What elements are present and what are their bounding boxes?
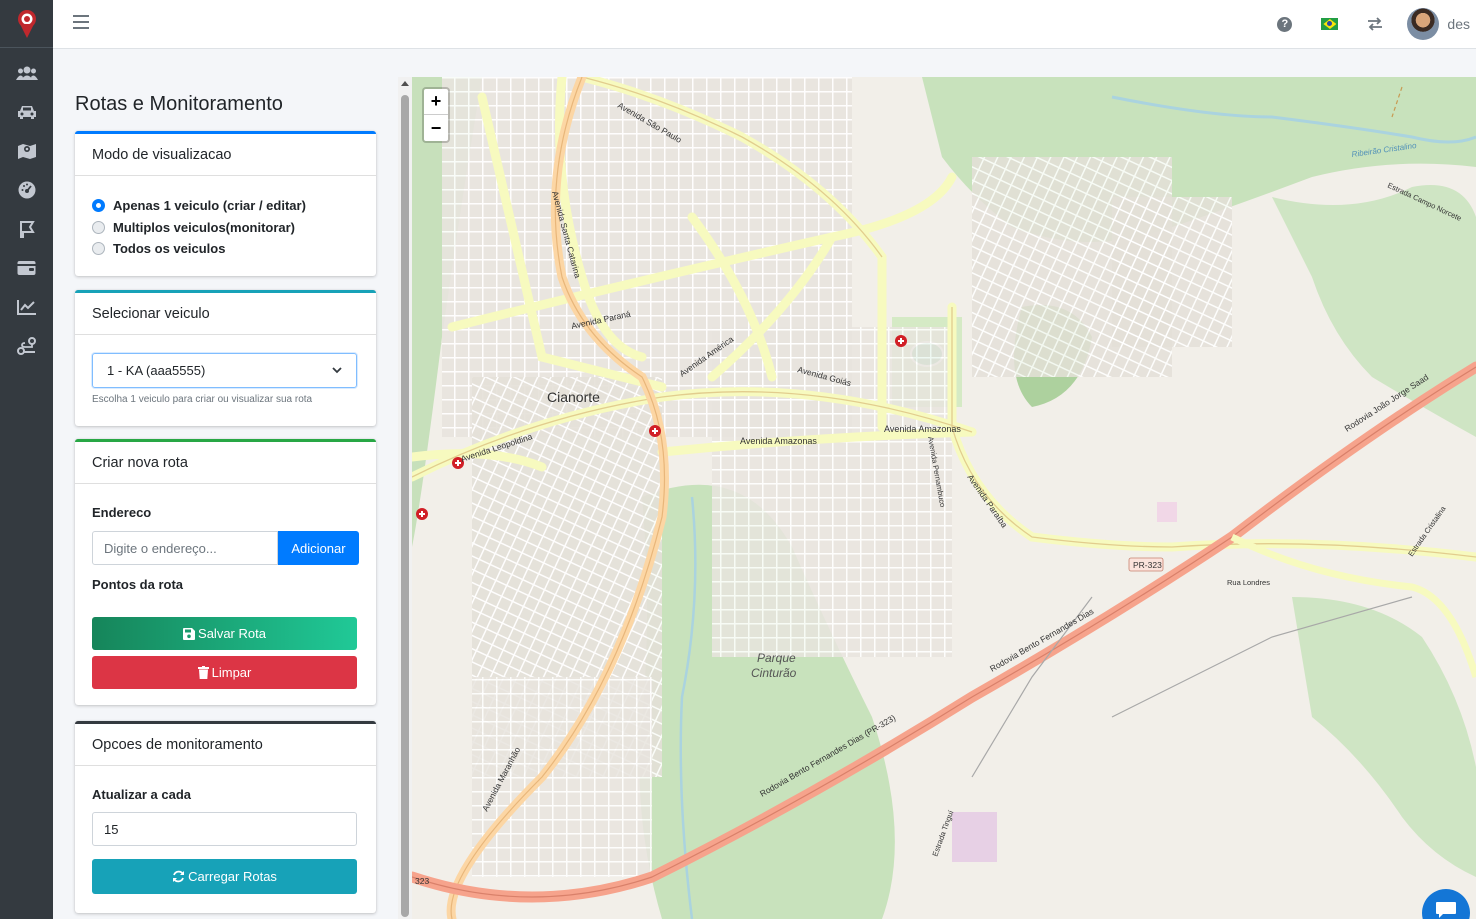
- rail-item-reports[interactable]: [0, 287, 53, 326]
- clear-route-button[interactable]: Limpar: [92, 656, 357, 689]
- clear-route-label: Limpar: [211, 665, 252, 680]
- help-icon: ?: [1277, 16, 1293, 32]
- radio-label: Todos os veiculos: [113, 241, 226, 257]
- trash-icon: [197, 666, 209, 679]
- language-button[interactable]: [1307, 0, 1352, 48]
- radio-all-vehicles[interactable]: Todos os veiculos: [92, 238, 359, 260]
- map-view[interactable]: Cianorte Parque Cinturão Avenida Amazona…: [412, 77, 1476, 919]
- rail-item-maps[interactable]: [0, 131, 53, 170]
- rail-item-users[interactable]: [0, 53, 53, 92]
- vehicle-select-card: Selecionar veiculo 1 - KA (aaa5555) Esco…: [75, 290, 376, 426]
- save-icon: [183, 627, 196, 640]
- map-label-route-shield: PR-323: [1133, 560, 1162, 570]
- new-route-card: Criar nova rota Endereco Digite o endere…: [75, 439, 376, 705]
- navbar-right: ? des: [1262, 0, 1476, 48]
- rail-item-routes[interactable]: [0, 209, 53, 248]
- view-mode-card: Modo de visualizacao Apenas 1 veiculo (c…: [75, 131, 376, 276]
- radio-button[interactable]: [92, 220, 105, 234]
- vehicle-select-value: 1 - KA (aaa5555): [107, 363, 206, 378]
- username-label[interactable]: des: [1447, 16, 1470, 32]
- panel-scrollbar[interactable]: [398, 77, 412, 919]
- dashboard-icon: [18, 181, 35, 198]
- switch-account-button[interactable]: [1352, 0, 1397, 48]
- users-icon: [15, 66, 38, 80]
- zoom-in-button[interactable]: +: [424, 89, 448, 115]
- monitoring-card: Opcoes de monitoramento Atualizar a cada…: [75, 721, 376, 913]
- vehicle-select-help: Escolha 1 veiculo para criar ou visualiz…: [92, 394, 313, 405]
- radio-button[interactable]: [92, 242, 105, 256]
- refresh-icon: [173, 870, 185, 883]
- chevron-down-icon: [332, 367, 342, 374]
- save-route-label: Salvar Rota: [198, 626, 266, 641]
- refresh-interval-label: Atualizar a cada: [92, 787, 191, 802]
- menu-toggle-icon[interactable]: [73, 15, 89, 31]
- new-route-header: Criar nova rota: [75, 442, 376, 484]
- map-tiles[interactable]: Cianorte Parque Cinturão Avenida Amazona…: [412, 77, 1476, 919]
- map-label-street: Avenida Amazonas: [884, 424, 961, 434]
- save-route-button[interactable]: Salvar Rota: [92, 617, 357, 650]
- brazil-flag-icon: [1321, 18, 1339, 30]
- address-input[interactable]: Digite o endereço...: [92, 531, 278, 565]
- chat-icon: [1436, 902, 1456, 918]
- rail-item-route-tracking[interactable]: [0, 326, 53, 365]
- user-avatar[interactable]: [1407, 8, 1440, 40]
- radio-multiple-vehicles[interactable]: Multiplos veiculos(monitorar): [92, 217, 359, 239]
- add-address-button[interactable]: Adicionar: [278, 531, 359, 565]
- scrollbar-thumb[interactable]: [401, 95, 409, 917]
- map-label-park: Cinturão: [751, 666, 797, 680]
- map-icon: [17, 143, 36, 159]
- help-button[interactable]: ?: [1262, 0, 1307, 48]
- address-input-group: Digite o endereço... Adicionar: [92, 531, 359, 565]
- route-user-icon: [16, 336, 36, 355]
- rail-item-dashboard[interactable]: [0, 170, 53, 209]
- wallet-icon: [17, 260, 36, 275]
- vehicle-select-header: Selecionar veiculo: [75, 293, 376, 335]
- zoom-out-button[interactable]: −: [424, 115, 448, 141]
- view-mode-header: Modo de visualizacao: [75, 134, 376, 176]
- routes-panel: Rotas e Monitoramento Modo de visualizac…: [53, 77, 398, 919]
- radio-single-vehicle[interactable]: Apenas 1 veiculo (criar / editar): [92, 195, 359, 217]
- location-pin-logo-icon: [17, 9, 36, 38]
- load-routes-button[interactable]: Carregar Rotas: [92, 859, 357, 894]
- car-icon: [17, 105, 36, 119]
- radio-button-checked[interactable]: [92, 199, 105, 213]
- map-label-park: Parque: [757, 651, 796, 665]
- map-label-route-shield: 323: [415, 876, 429, 886]
- zoom-control: + −: [422, 87, 450, 143]
- rail-item-wallet[interactable]: [0, 248, 53, 287]
- top-navbar: ? des: [53, 0, 1476, 49]
- route-icon: [19, 220, 35, 238]
- address-label: Endereco: [92, 505, 152, 520]
- refresh-interval-input[interactable]: 15: [92, 812, 357, 846]
- app-sidebar-rail: [0, 0, 53, 919]
- brand-logo[interactable]: [0, 0, 53, 48]
- exchange-icon: [1367, 17, 1382, 31]
- chart-line-icon: [16, 299, 36, 315]
- view-mode-options: Apenas 1 veiculo (criar / editar) Multip…: [75, 176, 376, 277]
- monitoring-header: Opcoes de monitoramento: [75, 724, 376, 766]
- rail-item-vehicles[interactable]: [0, 92, 53, 131]
- scroll-up-arrow-icon[interactable]: [401, 81, 409, 86]
- map-label-city: Cianorte: [547, 389, 600, 405]
- page-title: Rotas e Monitoramento: [75, 93, 283, 115]
- load-routes-label: Carregar Rotas: [188, 869, 277, 884]
- vehicle-select[interactable]: 1 - KA (aaa5555): [92, 353, 357, 388]
- map-label-street: Rua Londres: [1227, 578, 1270, 587]
- route-points-label: Pontos da rota: [92, 577, 184, 592]
- map-label-street: Avenida Amazonas: [740, 436, 817, 446]
- radio-label: Multiplos veiculos(monitorar): [113, 219, 296, 235]
- radio-label: Apenas 1 veiculo (criar / editar): [113, 198, 306, 214]
